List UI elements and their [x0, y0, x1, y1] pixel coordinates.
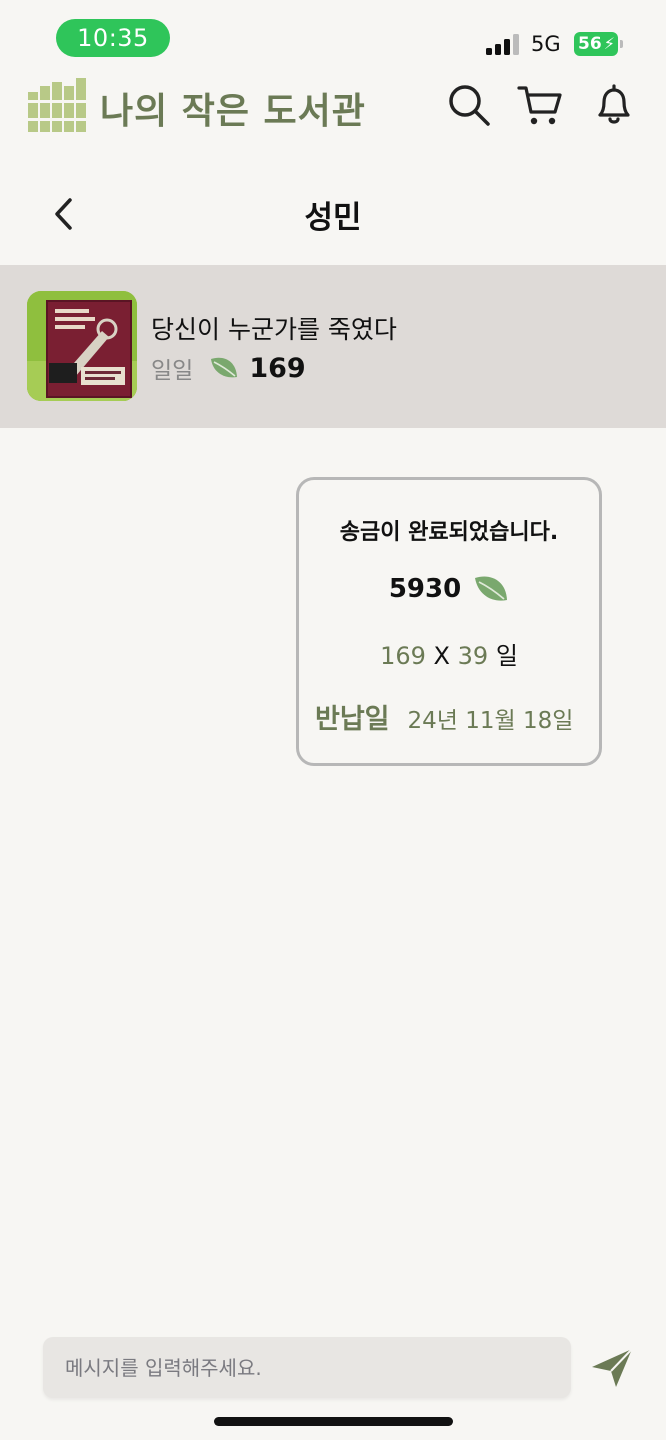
price-value: 169: [249, 352, 306, 384]
book-thumbnail[interactable]: [27, 291, 137, 401]
price-unit: 일일: [151, 358, 194, 384]
status-time: 10:35: [56, 19, 170, 57]
due-date-row: 반납일 24년 11월 18일: [315, 697, 573, 736]
calc-daily-price: 169: [380, 642, 426, 670]
price-row: 일일 169: [151, 351, 306, 385]
calc-days-unit: 일: [495, 642, 518, 670]
book-title: 당신이 누군가를 죽였다: [151, 315, 397, 344]
calc-times: X: [433, 642, 450, 670]
calc-days: 39: [457, 642, 489, 670]
amount-row: 5930: [299, 572, 599, 606]
cart-icon[interactable]: [517, 82, 563, 128]
leaf-icon: [211, 357, 238, 378]
product-banner[interactable]: 당신이 누군가를 죽였다 일일 169: [0, 265, 666, 428]
chat-header: 성민: [0, 178, 666, 250]
battery-level: 56: [578, 34, 602, 54]
status-bar: 10:35 5G 56 ⚡: [0, 0, 666, 70]
due-date-label: 반납일: [315, 704, 390, 735]
transfer-complete-text: 송금이 완료되었습니다.: [339, 520, 559, 545]
app-title: 나의 작은 도서관: [100, 91, 366, 132]
leaf-icon: [475, 576, 508, 601]
battery-icon: 56 ⚡: [574, 32, 623, 56]
send-icon[interactable]: [588, 1345, 636, 1391]
message-input[interactable]: [43, 1337, 571, 1398]
network-type: 5G: [531, 32, 561, 56]
signal-icon: [486, 33, 520, 55]
bell-icon[interactable]: [591, 82, 637, 128]
price-calculation: 169 X 39 일: [299, 636, 599, 671]
book-cover-image: [27, 291, 137, 401]
app-header: 나의 작은 도서관: [0, 70, 666, 146]
transfer-amount: 5930: [388, 574, 462, 604]
due-date-value: 24년 11월 18일: [407, 708, 574, 734]
chat-title: 성민: [304, 200, 362, 236]
transfer-message-bubble: 송금이 완료되었습니다. 5930 169 X 39 일 반납일 24년 11월…: [296, 477, 602, 766]
bookshelf-icon[interactable]: [28, 78, 86, 132]
home-indicator[interactable]: [214, 1417, 453, 1426]
search-icon[interactable]: [446, 82, 492, 128]
